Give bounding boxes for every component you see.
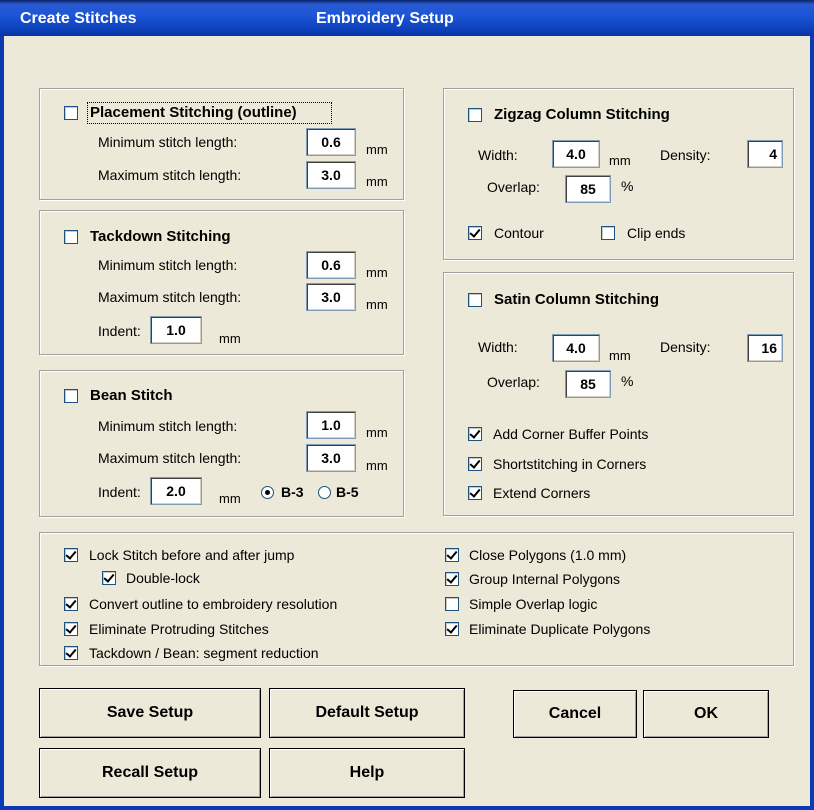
eliminate-duplicate-checkbox[interactable] <box>445 622 459 636</box>
bean-b5-radio[interactable] <box>318 486 331 499</box>
close-polygons-label[interactable]: Close Polygons (1.0 mm) <box>469 547 626 563</box>
simple-overlap-label[interactable]: Simple Overlap logic <box>469 596 597 612</box>
double-lock-label[interactable]: Double-lock <box>126 570 200 586</box>
tackdown-indent-unit: mm <box>219 331 241 346</box>
satin-corner-buffer-checkbox[interactable] <box>468 427 482 441</box>
satin-shortstitch-checkbox[interactable] <box>468 457 482 471</box>
placement-max-field[interactable]: 3.0 <box>306 161 356 189</box>
segment-reduction-checkbox[interactable] <box>64 646 78 660</box>
satin-density-label: Density: <box>660 339 711 355</box>
convert-outline-checkbox[interactable] <box>64 597 78 611</box>
tackdown-label[interactable]: Tackdown Stitching <box>90 228 231 245</box>
default-setup-button[interactable]: Default Setup <box>269 688 465 738</box>
tackdown-max-field[interactable]: 3.0 <box>306 283 356 311</box>
bean-checkbox[interactable] <box>64 389 78 403</box>
lock-stitch-label[interactable]: Lock Stitch before and after jump <box>89 547 294 563</box>
zigzag-density-label: Density: <box>660 147 711 163</box>
satin-label[interactable]: Satin Column Stitching <box>494 291 659 308</box>
bean-max-unit: mm <box>366 458 388 473</box>
bean-indent-field[interactable]: 2.0 <box>150 477 202 505</box>
zigzag-density-field[interactable]: 4 <box>747 140 783 168</box>
placement-checkbox[interactable] <box>64 106 78 120</box>
tackdown-min-label: Minimum stitch length: <box>98 257 238 273</box>
bean-b5-label[interactable]: B-5 <box>336 484 359 500</box>
zigzag-contour-label[interactable]: Contour <box>494 225 544 241</box>
placement-min-unit: mm <box>366 142 388 157</box>
group-internal-label[interactable]: Group Internal Polygons <box>469 571 620 587</box>
eliminate-protruding-label[interactable]: Eliminate Protruding Stitches <box>89 621 269 637</box>
zigzag-width-unit: mm <box>609 153 631 168</box>
bean-indent-unit: mm <box>219 491 241 506</box>
satin-checkbox[interactable] <box>468 293 482 307</box>
tackdown-max-unit: mm <box>366 297 388 312</box>
title-bar: Create Stitches Embroidery Setup <box>0 0 814 36</box>
zigzag-overlap-field[interactable]: 85 <box>565 175 611 203</box>
placement-max-label: Maximum stitch length: <box>98 167 242 183</box>
tackdown-min-field[interactable]: 0.6 <box>306 251 356 279</box>
satin-density-field[interactable]: 16 <box>747 334 783 362</box>
placement-max-unit: mm <box>366 174 388 189</box>
satin-overlap-unit: % <box>621 373 634 389</box>
zigzag-overlap-unit: % <box>621 178 634 194</box>
bean-max-field[interactable]: 3.0 <box>306 444 356 472</box>
group-internal-checkbox[interactable] <box>445 572 459 586</box>
zigzag-width-field[interactable]: 4.0 <box>552 140 600 168</box>
recall-setup-button[interactable]: Recall Setup <box>39 748 261 798</box>
tackdown-min-unit: mm <box>366 265 388 280</box>
convert-outline-label[interactable]: Convert outline to embroidery resolution <box>89 596 337 612</box>
segment-reduction-label[interactable]: Tackdown / Bean: segment reduction <box>89 645 319 661</box>
help-button[interactable]: Help <box>269 748 465 798</box>
satin-width-label: Width: <box>478 339 518 355</box>
zigzag-label[interactable]: Zigzag Column Stitching <box>494 106 670 123</box>
satin-extend-checkbox[interactable] <box>468 486 482 500</box>
placement-label[interactable]: Placement Stitching (outline) <box>90 104 297 121</box>
eliminate-protruding-checkbox[interactable] <box>64 622 78 636</box>
lock-stitch-checkbox[interactable] <box>64 548 78 562</box>
satin-overlap-field[interactable]: 85 <box>565 370 611 398</box>
simple-overlap-checkbox[interactable] <box>445 597 459 611</box>
satin-shortstitch-label[interactable]: Shortstitching in Corners <box>493 456 646 472</box>
cancel-button[interactable]: Cancel <box>513 690 637 738</box>
zigzag-clip-checkbox[interactable] <box>601 226 615 240</box>
dialog-title: Embroidery Setup <box>316 10 454 27</box>
bean-b3-label[interactable]: B-3 <box>281 484 304 500</box>
tackdown-indent-label: Indent: <box>98 323 141 339</box>
tackdown-max-label: Maximum stitch length: <box>98 289 242 305</box>
placement-min-label: Minimum stitch length: <box>98 134 238 150</box>
eliminate-duplicate-label[interactable]: Eliminate Duplicate Polygons <box>469 621 650 637</box>
window-title: Create Stitches <box>20 10 137 27</box>
tackdown-checkbox[interactable] <box>64 230 78 244</box>
zigzag-width-label: Width: <box>478 147 518 163</box>
satin-overlap-label: Overlap: <box>487 374 540 390</box>
satin-corner-buffer-label[interactable]: Add Corner Buffer Points <box>493 426 648 442</box>
satin-group <box>443 272 794 516</box>
ok-button[interactable]: OK <box>643 690 769 738</box>
bean-max-label: Maximum stitch length: <box>98 450 242 466</box>
bean-indent-label: Indent: <box>98 484 141 500</box>
bean-min-label: Minimum stitch length: <box>98 418 238 434</box>
double-lock-checkbox[interactable] <box>102 571 116 585</box>
satin-extend-label[interactable]: Extend Corners <box>493 485 590 501</box>
bean-b3-radio[interactable] <box>261 486 274 499</box>
bean-min-unit: mm <box>366 425 388 440</box>
bean-label[interactable]: Bean Stitch <box>90 387 173 404</box>
bean-min-field[interactable]: 1.0 <box>306 411 356 439</box>
satin-width-field[interactable]: 4.0 <box>552 334 600 362</box>
zigzag-clip-label[interactable]: Clip ends <box>627 225 685 241</box>
close-polygons-checkbox[interactable] <box>445 548 459 562</box>
zigzag-contour-checkbox[interactable] <box>468 226 482 240</box>
zigzag-checkbox[interactable] <box>468 108 482 122</box>
save-setup-button[interactable]: Save Setup <box>39 688 261 738</box>
tackdown-indent-field[interactable]: 1.0 <box>150 316 202 344</box>
satin-width-unit: mm <box>609 348 631 363</box>
placement-min-field[interactable]: 0.6 <box>306 128 356 156</box>
zigzag-overlap-label: Overlap: <box>487 179 540 195</box>
